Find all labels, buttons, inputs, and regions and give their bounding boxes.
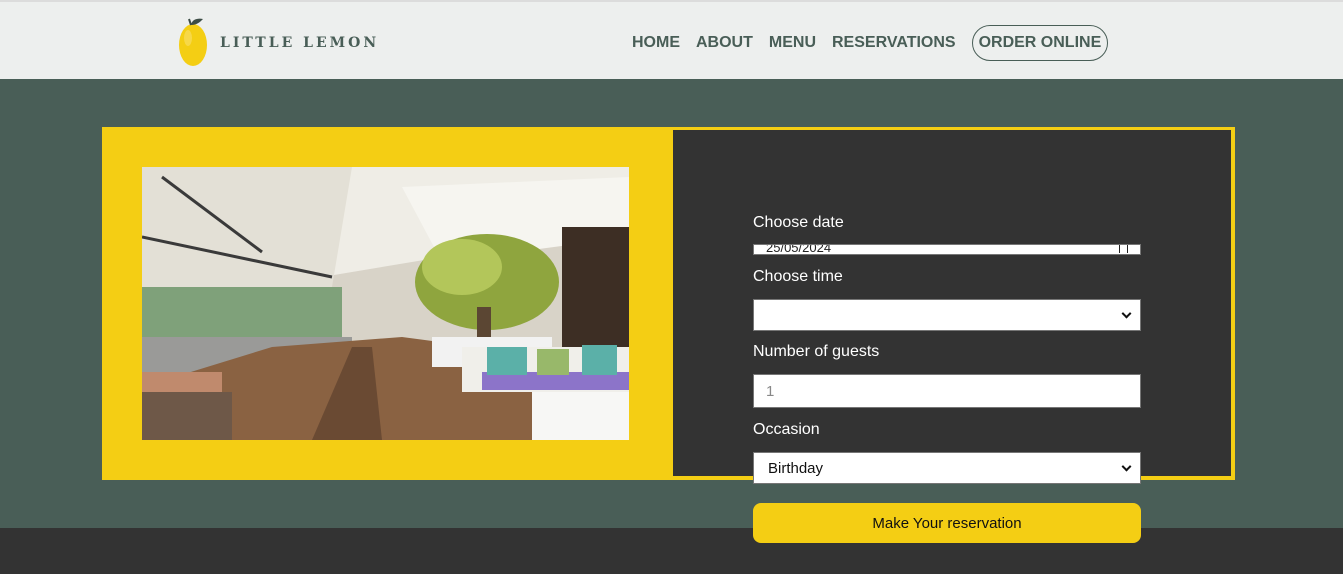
main-nav: HOME ABOUT MENU RESERVATIONS ORDER ONLIN… [632,25,1109,61]
top-navigation-bar: LITTLE LEMON HOME ABOUT MENU RESERVATION… [0,0,1343,79]
date-value: 25/05/2024 [766,244,832,255]
time-label: Choose time [753,268,843,285]
brand-logo[interactable]: LITTLE LEMON [178,16,379,70]
nav-home-link[interactable]: HOME [632,34,680,52]
date-label: Choose date [753,214,844,231]
calendar-icon [1119,245,1128,253]
date-input[interactable]: 25/05/2024 [753,244,1141,255]
nav-reservations-link[interactable]: RESERVATIONS [832,34,956,52]
order-online-button[interactable]: ORDER ONLINE [971,25,1109,61]
make-reservation-button[interactable]: Make Your reservation [753,503,1141,543]
guests-placeholder: 1 [766,382,775,400]
chevron-down-icon [1121,308,1132,319]
occasion-select[interactable]: Birthday [753,452,1141,484]
brand-name: LITTLE LEMON [220,35,380,51]
occasion-label: Occasion [753,421,820,438]
guests-label: Number of guests [753,343,880,360]
lemon-logo-icon [179,18,207,66]
chevron-down-icon [1121,461,1132,472]
nav-menu-link[interactable]: MENU [769,34,816,52]
time-select[interactable] [753,299,1141,331]
nav-about-link[interactable]: ABOUT [696,34,753,52]
restaurant-photo [142,167,629,440]
footer [0,528,1343,574]
guests-input[interactable]: 1 [753,374,1141,408]
occasion-value: Birthday [768,459,824,477]
